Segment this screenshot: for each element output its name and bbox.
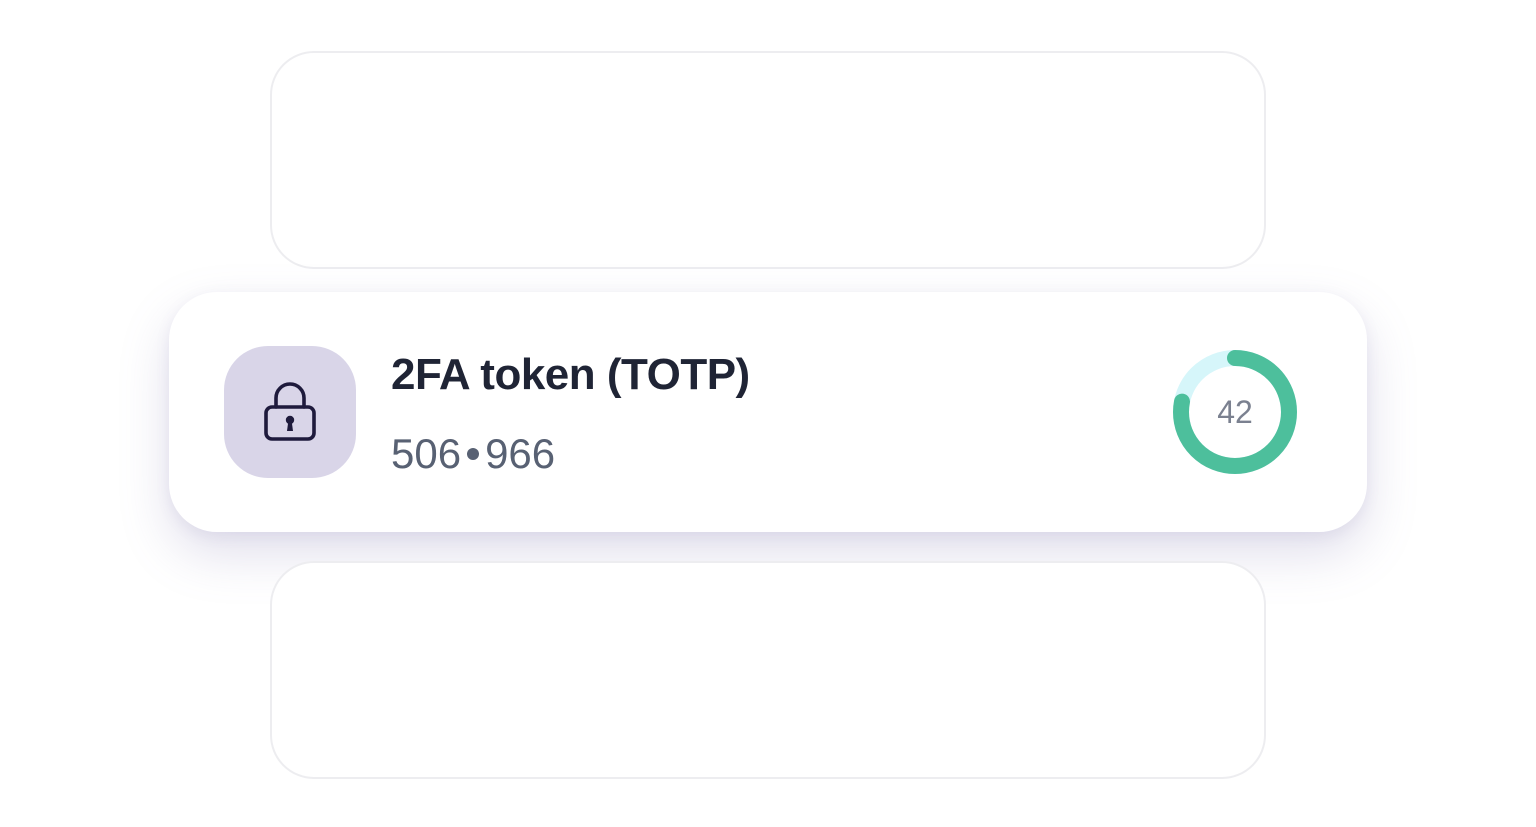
- token-code-second-half: 966: [485, 430, 556, 477]
- totp-token-card[interactable]: 2FA token (TOTP) 506 966 42: [169, 292, 1367, 532]
- token-title: 2FA token (TOTP): [391, 350, 750, 399]
- placeholder-card-top: [270, 51, 1266, 269]
- countdown-timer: 42: [1171, 348, 1299, 476]
- token-icon-tile: [224, 346, 356, 478]
- token-code[interactable]: 506 966: [391, 430, 555, 478]
- placeholder-card-bottom: [270, 561, 1266, 779]
- code-separator-dot: [467, 448, 480, 460]
- countdown-seconds: 42: [1217, 393, 1253, 430]
- stage: 2FA token (TOTP) 506 966 42: [0, 0, 1536, 827]
- lock-icon: [262, 381, 318, 443]
- token-code-first-half: 506: [391, 430, 462, 477]
